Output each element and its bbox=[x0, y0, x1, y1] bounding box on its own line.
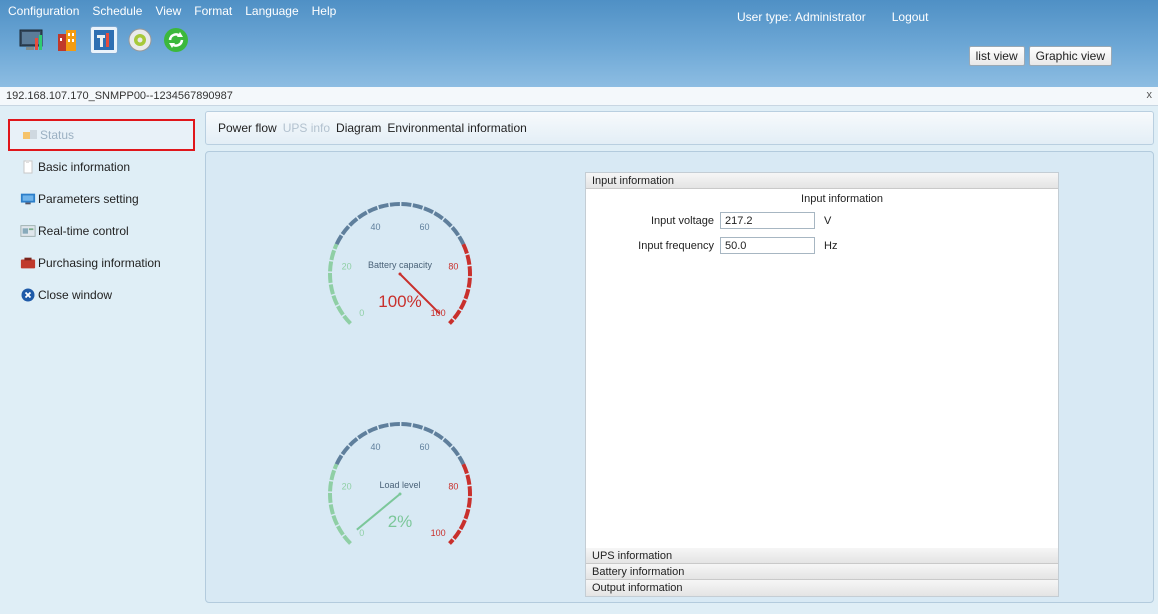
monitor-chart-icon[interactable] bbox=[18, 26, 46, 54]
gauge-tick-label: 80 bbox=[448, 262, 458, 272]
gauge-tick-label: 0 bbox=[359, 308, 364, 318]
battery-capacity-gauge: 020406080100Battery capacity100% bbox=[328, 202, 472, 325]
sidebar-item-status[interactable]: Status bbox=[8, 119, 195, 151]
refresh-icon[interactable] bbox=[162, 26, 190, 54]
menu-view[interactable]: View bbox=[155, 4, 181, 18]
menu-schedule[interactable]: Schedule bbox=[92, 4, 142, 18]
gear-disc-icon[interactable] bbox=[126, 26, 154, 54]
gauge-hub bbox=[398, 272, 402, 276]
tab-power-flow[interactable]: Power flow bbox=[218, 121, 277, 135]
tab-diagram[interactable]: Diagram bbox=[336, 121, 381, 135]
close-tab-button[interactable]: x bbox=[1147, 89, 1153, 101]
user-type-value: Administrator bbox=[795, 10, 866, 24]
gauge-tick-label: 40 bbox=[370, 222, 380, 232]
gauge-arc-low bbox=[328, 243, 352, 325]
gauge-tick-label: 20 bbox=[342, 262, 352, 272]
input-voltage-row: Input voltage V bbox=[605, 212, 831, 229]
gauge-tick-label: 40 bbox=[370, 442, 380, 452]
tab-strip: Power flow UPS info Diagram Environmenta… bbox=[205, 111, 1154, 145]
input-frequency-label: Input frequency bbox=[638, 239, 714, 252]
menu-language[interactable]: Language bbox=[245, 4, 298, 18]
app-header: Configuration Schedule View Format Langu… bbox=[0, 0, 1158, 87]
menu-help[interactable]: Help bbox=[312, 4, 337, 18]
close-circle-icon bbox=[20, 288, 36, 302]
tab-environmental-information[interactable]: Environmental information bbox=[387, 121, 526, 135]
load-level-gauge: 0 20 40 60 80 100 Load level 2% bbox=[328, 422, 472, 545]
gauge-value: 2% bbox=[388, 512, 413, 531]
input-frequency-row: Input frequency Hz bbox=[605, 237, 837, 254]
gauge-arc-high bbox=[448, 463, 472, 545]
toolbar-icons bbox=[18, 26, 190, 54]
input-information-title: Input information bbox=[801, 193, 883, 205]
menu-bar: Configuration Schedule View Format Langu… bbox=[0, 0, 349, 22]
gauge-value: 100% bbox=[378, 292, 421, 311]
info-accordion: Input information Input information Inpu… bbox=[585, 172, 1059, 597]
gauge-hub bbox=[398, 492, 402, 496]
gauge-name: Load level bbox=[379, 480, 420, 490]
tools-icon[interactable] bbox=[90, 26, 118, 54]
input-information-header[interactable]: Input information bbox=[586, 173, 1058, 189]
gauge-arc-mid bbox=[334, 422, 466, 466]
output-information-header[interactable]: Output information bbox=[586, 580, 1058, 596]
sidebar-item-purchasing-information[interactable]: Purchasing information bbox=[8, 247, 198, 279]
device-address-bar: 192.168.107.170_SNMPP00--1234567890987 x bbox=[0, 87, 1158, 106]
view-switch: list view Graphic view bbox=[968, 46, 1112, 66]
tab-ups-info[interactable]: UPS info bbox=[283, 121, 330, 135]
cart-icon bbox=[20, 256, 36, 270]
logout-link[interactable]: Logout bbox=[892, 10, 929, 24]
sidebar-item-real-time-control[interactable]: Real-time control bbox=[8, 215, 198, 247]
gauge-tick-label: 60 bbox=[420, 442, 430, 452]
sidebar: Status Basic information Parameters sett… bbox=[8, 119, 198, 311]
gauge-arc-low bbox=[328, 463, 352, 545]
sidebar-item-label: Parameters setting bbox=[38, 192, 139, 206]
gauge-tick-label: 80 bbox=[448, 482, 458, 492]
input-information-panel: Input information Input voltage V Input … bbox=[586, 189, 1058, 548]
sidebar-item-label: Basic information bbox=[38, 160, 131, 174]
gauge-tick-label: 0 bbox=[359, 528, 364, 538]
monitor-icon bbox=[20, 192, 36, 206]
menu-format[interactable]: Format bbox=[194, 4, 232, 18]
building-icon[interactable] bbox=[54, 26, 82, 54]
sidebar-item-close-window[interactable]: Close window bbox=[8, 279, 198, 311]
sidebar-item-label: Status bbox=[40, 128, 75, 142]
battery-information-header[interactable]: Battery information bbox=[586, 564, 1058, 580]
status-icon bbox=[22, 128, 38, 142]
user-type-label: User type: bbox=[737, 10, 792, 24]
menu-configuration[interactable]: Configuration bbox=[8, 4, 79, 18]
control-icon bbox=[20, 224, 36, 238]
sidebar-item-label: Close window bbox=[38, 288, 113, 302]
ups-information-header[interactable]: UPS information bbox=[586, 548, 1058, 564]
sidebar-item-label: Purchasing information bbox=[38, 256, 161, 270]
input-voltage-field[interactable] bbox=[720, 212, 815, 229]
gauge-tick-label: 60 bbox=[420, 222, 430, 232]
list-view-button[interactable]: list view bbox=[968, 46, 1025, 66]
sidebar-item-basic-information[interactable]: Basic information bbox=[8, 151, 198, 183]
gauge-tick-label: 100 bbox=[431, 528, 446, 538]
sidebar-item-parameters-setting[interactable]: Parameters setting bbox=[8, 183, 198, 215]
user-type: User type: Administrator bbox=[737, 10, 866, 24]
gauge-name: Battery capacity bbox=[368, 260, 433, 270]
document-icon bbox=[20, 160, 36, 174]
device-address: 192.168.107.170_SNMPP00--1234567890987 bbox=[6, 90, 233, 102]
input-frequency-unit: Hz bbox=[824, 239, 838, 252]
input-frequency-field[interactable] bbox=[720, 237, 815, 254]
graphic-view-button[interactable]: Graphic view bbox=[1028, 46, 1112, 66]
sidebar-item-label: Real-time control bbox=[38, 224, 129, 238]
input-voltage-unit: V bbox=[824, 214, 832, 227]
gauge-arc-mid bbox=[334, 202, 466, 246]
gauge-tick-label: 20 bbox=[342, 482, 352, 492]
input-voltage-label: Input voltage bbox=[651, 214, 714, 227]
user-info: User type: Administrator Logout bbox=[737, 10, 928, 24]
gauge-arc-high bbox=[448, 243, 472, 325]
